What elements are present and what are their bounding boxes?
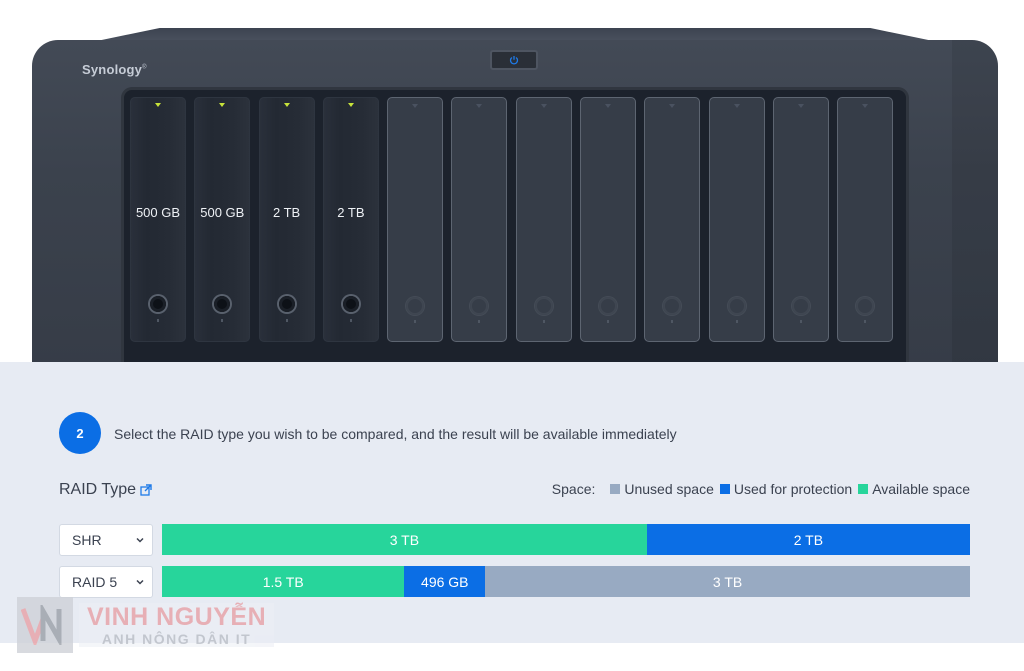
- power-icon: [509, 56, 519, 65]
- step-number-badge: 2: [59, 412, 101, 454]
- drive-slot-empty[interactable]: [387, 97, 444, 342]
- drive-slot-empty[interactable]: [708, 97, 765, 342]
- watermark-logo-icon: [17, 597, 73, 653]
- capacity-bar: 1.5 TB 496 GB 3 TB: [162, 566, 970, 597]
- drive-slot-empty[interactable]: [451, 97, 508, 342]
- drive-indicator-dot: [157, 319, 159, 322]
- raid-type-select-1[interactable]: SHR: [59, 524, 153, 556]
- space-legend: Space: Unused space Used for protection …: [552, 481, 970, 497]
- drive-indicator-dot: [221, 319, 224, 322]
- segment-available: 1.5 TB: [162, 566, 405, 597]
- drive-lock-icon: [792, 297, 810, 315]
- brand-name: Synology: [82, 62, 143, 77]
- external-link-icon[interactable]: [140, 484, 152, 496]
- legend-swatch-unused: [610, 484, 621, 494]
- status-led-icon: [347, 103, 354, 107]
- raid-calculator: Synology® 500 GB 500 GB 2 TB 2 TB 2 Select …: [0, 0, 1024, 671]
- drive-slot-empty[interactable]: [644, 97, 701, 342]
- drive-slot-installed[interactable]: 2 TB: [322, 97, 379, 342]
- drive-lock-icon: [599, 297, 617, 315]
- drive-capacity: 500 GB: [200, 205, 245, 220]
- raid-type-value: SHR: [72, 532, 102, 548]
- drive-lock-icon: [728, 297, 746, 315]
- nas-device: Synology® 500 GB 500 GB 2 TB 2 TB: [32, 28, 998, 376]
- drive-indicator-dot: [799, 320, 802, 323]
- drive-lock-icon: [342, 296, 359, 312]
- drive-bays: 500 GB 500 GB 2 TB 2 TB: [130, 97, 894, 342]
- drive-indicator-dot: [349, 319, 352, 322]
- drive-slot-empty[interactable]: [837, 97, 894, 342]
- status-led-icon: [219, 103, 226, 107]
- status-led-icon: [797, 104, 804, 108]
- drive-slot-empty[interactable]: [772, 97, 829, 342]
- status-led-icon: [605, 104, 612, 108]
- raid-row-1: SHR 3 TB 2 TB: [59, 524, 970, 556]
- status-led-icon: [283, 103, 290, 107]
- drive-capacity: 2 TB: [272, 205, 301, 220]
- capacity-bar: 3 TB 2 TB: [162, 524, 970, 555]
- raid-row-2: RAID 5 1.5 TB 496 GB 3 TB: [59, 566, 970, 598]
- watermark-text: VINH NGUYỄN ANH NÔNG DÂN IT: [79, 603, 275, 647]
- chevron-down-icon: [136, 537, 144, 543]
- drive-indicator-dot: [864, 320, 867, 323]
- drive-lock-icon: [150, 296, 166, 312]
- drive-lock-icon: [278, 296, 295, 312]
- drive-lock-icon: [470, 297, 488, 315]
- raid-type-label: RAID Type: [59, 481, 137, 498]
- drive-capacity: 500 GB: [135, 205, 181, 220]
- chevron-down-icon: [136, 579, 144, 585]
- drive-indicator-dot: [285, 319, 288, 322]
- nas-chassis: Synology® 500 GB 500 GB 2 TB 2 TB: [32, 40, 998, 376]
- segment-unused: 3 TB: [485, 566, 970, 597]
- segment-protection: 2 TB: [646, 524, 970, 555]
- legend-text-protection: Used for protection: [733, 481, 853, 497]
- drive-indicator-dot: [542, 320, 545, 323]
- drive-slot-empty[interactable]: [515, 97, 572, 342]
- status-led-icon: [862, 104, 869, 108]
- drive-capacity: 2 TB: [337, 205, 365, 220]
- drive-slot-empty[interactable]: [580, 97, 637, 342]
- legend-text-available: Available space: [872, 481, 970, 497]
- drive-slot-installed[interactable]: 500 GB: [194, 97, 251, 342]
- legend-label: Space:: [551, 481, 596, 497]
- legend-swatch-available: [858, 484, 869, 494]
- status-led-icon: [412, 104, 419, 108]
- drive-indicator-dot: [671, 320, 674, 323]
- segment-available: 3 TB: [162, 524, 647, 555]
- drive-indicator-dot: [414, 320, 417, 323]
- raid-type-heading: RAID Type: [59, 481, 152, 499]
- legend-item-available: Available space: [858, 481, 970, 497]
- drive-lock-icon: [663, 297, 681, 315]
- status-led-icon: [155, 103, 161, 107]
- status-led-icon: [669, 104, 676, 108]
- watermark: VINH NGUYỄN ANH NÔNG DÂN IT: [17, 597, 275, 653]
- drive-slot-installed[interactable]: 2 TB: [258, 97, 315, 342]
- drive-lock-icon: [406, 297, 424, 315]
- legend-swatch-protection: [719, 484, 730, 494]
- watermark-subtitle: ANH NÔNG DÂN IT: [101, 631, 252, 647]
- drive-indicator-dot: [607, 320, 610, 323]
- step-instruction: Select the RAID type you wish to be comp…: [114, 426, 677, 442]
- brand-logo: Synology®: [82, 62, 147, 77]
- drive-lock-icon: [535, 297, 553, 315]
- drive-slot-installed[interactable]: 500 GB: [130, 97, 186, 342]
- drive-lock-icon: [856, 297, 874, 315]
- status-led-icon: [733, 104, 740, 108]
- brand-mark: ®: [142, 64, 147, 71]
- legend-item-protection: Used for protection: [719, 481, 853, 497]
- segment-protection: 496 GB: [404, 566, 486, 597]
- legend-item-unused: Unused space: [610, 481, 714, 497]
- raid-type-select-2[interactable]: RAID 5: [59, 566, 153, 598]
- legend-text-unused: Unused space: [624, 481, 714, 497]
- drive-indicator-dot: [478, 320, 481, 323]
- watermark-name: VINH NGUYỄN: [87, 603, 267, 631]
- status-led-icon: [476, 104, 483, 108]
- raid-type-value: RAID 5: [72, 574, 118, 590]
- status-led-icon: [540, 104, 547, 108]
- drive-lock-icon: [214, 296, 231, 312]
- power-button[interactable]: [490, 50, 538, 70]
- drive-indicator-dot: [735, 320, 738, 323]
